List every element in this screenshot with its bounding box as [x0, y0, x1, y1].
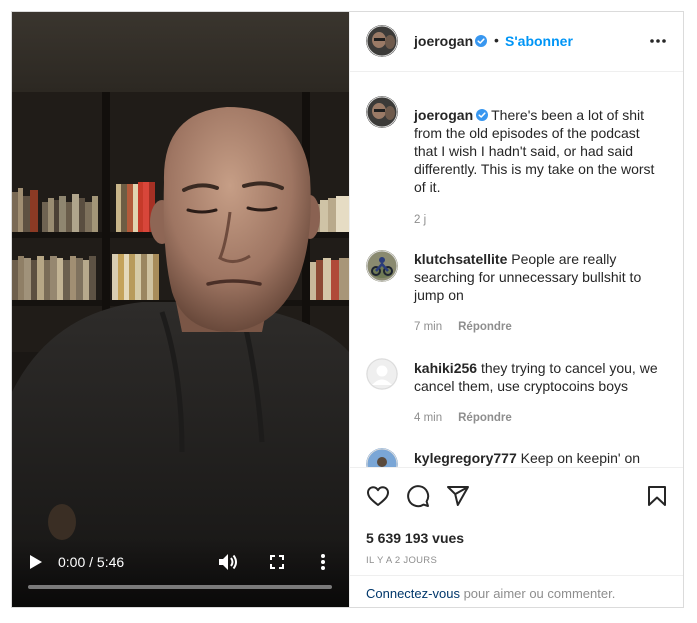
reply-button[interactable]: Répondre [458, 412, 512, 424]
avatar-image [366, 96, 398, 128]
post-card: 0:00 / 5:46 joerogan • S'abonner joeroga… [11, 11, 684, 608]
avatar[interactable] [366, 250, 398, 282]
volume-icon [219, 554, 237, 570]
header-separator: • [494, 32, 499, 48]
volume-button[interactable] [217, 551, 239, 573]
avatar-image [366, 250, 398, 282]
reply-button[interactable]: Répondre [458, 321, 512, 333]
play-icon [30, 555, 42, 569]
login-prompt: Connectez-vous pour aimer ou commenter. [350, 575, 683, 607]
heart-icon[interactable] [366, 484, 390, 508]
view-count: 5 639 193 vues [366, 530, 465, 546]
bookmark-icon[interactable] [645, 484, 669, 508]
avatar[interactable] [366, 96, 398, 128]
play-button[interactable] [26, 552, 46, 572]
comment-meta: 7 min Répondre [414, 321, 512, 333]
comment-meta: 4 min Répondre [414, 412, 512, 424]
caption-age: 2 j [414, 214, 427, 226]
comment-text: kylegregory777 Keep on keepin' on doll! [414, 449, 664, 467]
comment-text: kahiki256 they trying to cancel you, we … [414, 359, 664, 395]
more-horizontal-icon[interactable] [649, 32, 667, 50]
fullscreen-button[interactable] [266, 551, 288, 573]
verified-badge-icon [475, 35, 487, 47]
comment-username[interactable]: kylegregory777 [414, 450, 517, 466]
avatar-image [366, 448, 398, 467]
caption-username[interactable]: joerogan [414, 107, 473, 123]
comments-list[interactable]: joerogan There's been a lot of shit from … [350, 73, 683, 467]
video-controls [12, 539, 349, 607]
post-actions: 5 639 193 vues IL Y A 2 JOURS [350, 467, 683, 575]
post-header: joerogan • S'abonner [350, 12, 683, 72]
default-avatar-icon [366, 358, 398, 390]
comment-text: klutchsatellite People are really search… [414, 250, 664, 304]
login-prompt-text: pour aimer ou commenter. [459, 586, 616, 601]
avatar[interactable] [366, 448, 398, 467]
caption-verified-slot [473, 106, 491, 124]
post-details-panel: joerogan • S'abonner joerogan There's be… [349, 12, 683, 607]
login-link[interactable]: Connectez-vous [366, 586, 460, 601]
comment-age: 4 min [414, 412, 443, 424]
post-caption: joerogan There's been a lot of shit from … [414, 106, 664, 196]
avatar[interactable] [366, 25, 398, 57]
header-username[interactable]: joerogan [414, 33, 473, 49]
post-timestamp: IL Y A 2 JOURS [366, 555, 438, 566]
avatar-image [366, 25, 398, 57]
video-person [12, 107, 349, 607]
avatar[interactable] [366, 358, 398, 390]
more-vertical-icon [321, 554, 325, 570]
video-progress-bar[interactable] [28, 585, 332, 589]
comment-username[interactable]: kahiki256 [414, 360, 477, 376]
follow-button[interactable]: S'abonner [505, 33, 573, 49]
paper-plane-icon[interactable] [446, 484, 470, 508]
fullscreen-icon [270, 555, 284, 569]
video-time: 0:00 / 5:46 [58, 554, 125, 570]
video-player[interactable]: 0:00 / 5:46 [12, 12, 349, 607]
verified-badge-icon [476, 109, 489, 121]
comment-username[interactable]: klutchsatellite [414, 251, 507, 267]
comment-age: 7 min [414, 321, 443, 333]
video-more-button[interactable] [315, 551, 331, 573]
comment-bubble-icon[interactable] [406, 484, 430, 508]
